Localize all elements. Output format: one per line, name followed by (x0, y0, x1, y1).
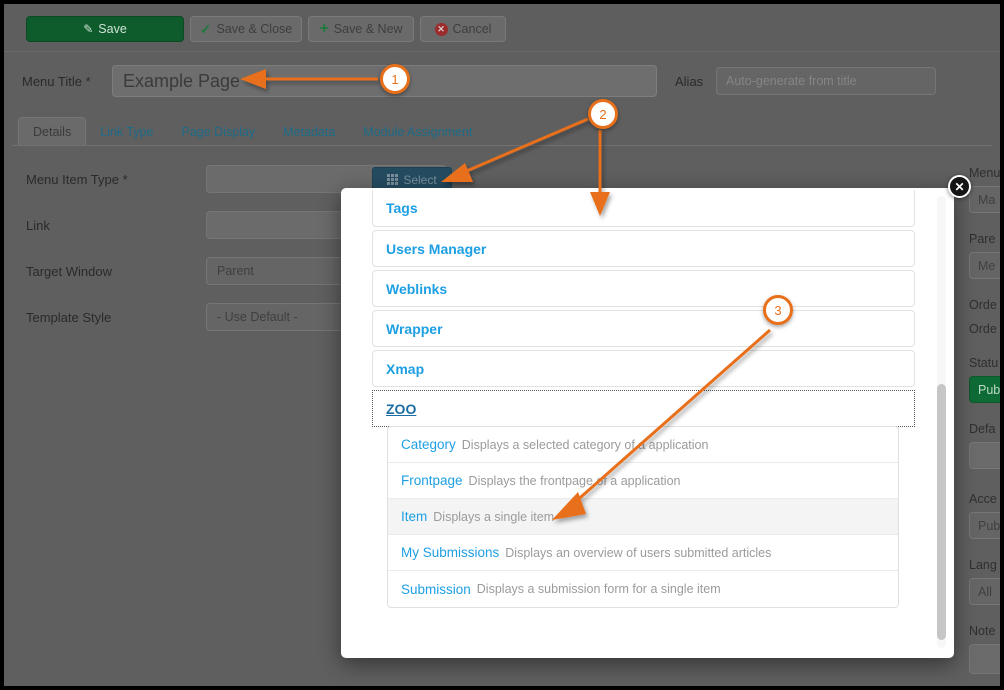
alias-label: Alias (675, 74, 704, 89)
sidebar-note-field[interactable] (969, 644, 1000, 674)
sub-item-desc: Displays an overview of users submitted … (505, 545, 772, 560)
grid-list-icon (387, 174, 399, 185)
sidebar-status-label: Statu (969, 356, 999, 370)
tab-metadata[interactable]: Metadata (269, 118, 349, 146)
list-item-label[interactable]: Xmap (386, 361, 424, 377)
title-row: Menu Title * Example Page Alias Auto-gen… (4, 53, 1000, 109)
toolbar: ✎ Save ✓ Save & Close + Save & New ✕ Can… (4, 4, 1000, 52)
tab-details[interactable]: Details (18, 117, 87, 146)
save-button[interactable]: ✎ Save (26, 16, 184, 42)
sidebar-note-label: Note (969, 624, 996, 638)
sidebar-menu-label: Menu (969, 166, 1000, 180)
sub-item-desc: Displays a selected category of a applic… (461, 437, 709, 452)
sub-item-my-submissions[interactable]: My Submissions Displays an overview of u… (388, 535, 898, 571)
menu-title-label: Menu Title * (22, 74, 91, 89)
sub-item-frontpage[interactable]: Frontpage Displays the frontpage of a ap… (388, 463, 898, 499)
save-and-close-button[interactable]: ✓ Save & Close (190, 16, 302, 42)
list-item-label[interactable]: Users Manager (386, 241, 486, 257)
save-and-close-label: Save & Close (216, 22, 293, 36)
pencil-icon: ✎ (83, 22, 94, 36)
sidebar-default-field[interactable] (969, 442, 1000, 469)
zoo-view-list: Category Displays a selected category of… (387, 426, 899, 608)
tab-link-type[interactable]: Link Type (86, 118, 167, 146)
list-item-weblinks[interactable]: Weblinks (372, 270, 915, 307)
menu-item-type-label: Menu Item Type * (26, 172, 128, 187)
sidebar-menu-select[interactable]: Ma (969, 186, 1000, 213)
list-item-label[interactable]: Weblinks (386, 281, 447, 297)
list-item-label[interactable]: Wrapper (386, 321, 443, 337)
sub-item-name: My Submissions (401, 545, 500, 560)
app-page: ✎ Save ✓ Save & Close + Save & New ✕ Can… (4, 4, 1000, 686)
alias-input[interactable]: Auto-generate from title (716, 67, 936, 95)
sidebar-parent-label: Pare (969, 232, 996, 246)
sub-item-submission[interactable]: Submission Displays a submission form fo… (388, 571, 898, 607)
plus-icon: + (319, 20, 329, 37)
cancel-circle-x-icon: ✕ (434, 22, 448, 36)
tab-module-assignment[interactable]: Module Assignment (349, 118, 486, 146)
link-label: Link (26, 218, 50, 233)
list-item-label[interactable]: Tags (386, 200, 418, 216)
modal-body: Tags Users Manager Weblinks Wrapper Xmap… (341, 188, 954, 658)
modal-scrollbar-thumb[interactable] (937, 384, 946, 640)
target-window-label: Target Window (26, 264, 112, 279)
list-item-tags[interactable]: Tags (372, 190, 915, 227)
list-item-wrapper[interactable]: Wrapper (372, 310, 915, 347)
tab-bar: Details Link Type Page Display Metadata … (18, 114, 486, 146)
list-item-label[interactable]: ZOO (386, 401, 416, 417)
sidebar-parent-select[interactable]: Me (969, 252, 1000, 279)
menu-item-type-modal: Tags Users Manager Weblinks Wrapper Xmap… (341, 188, 954, 658)
list-item-users-manager[interactable]: Users Manager (372, 230, 915, 267)
sub-item-name: Category (401, 437, 456, 452)
save-and-new-label: Save & New (333, 22, 403, 36)
tab-page-display[interactable]: Page Display (168, 118, 270, 146)
component-list: Tags Users Manager Weblinks Wrapper Xmap… (372, 190, 915, 430)
sidebar-default-label: Defa (969, 422, 996, 436)
menu-title-input[interactable]: Example Page (112, 65, 657, 97)
sub-item-item[interactable]: Item Displays a single item (388, 499, 898, 535)
sidebar-ordering-value[interactable]: Orde (969, 322, 997, 336)
save-and-new-button[interactable]: + Save & New (308, 16, 414, 42)
check-icon: ✓ (199, 20, 212, 37)
sidebar-access-label: Acce (969, 492, 997, 506)
sub-item-name: Frontpage (401, 473, 463, 488)
sidebar-language-label: Lang (969, 558, 997, 572)
list-item-zoo[interactable]: ZOO (372, 390, 915, 427)
tab-underline (12, 145, 992, 146)
sub-item-name: Submission (401, 581, 471, 597)
cancel-label: Cancel (452, 22, 492, 36)
sidebar-ordering-label: Orde (969, 298, 997, 312)
list-item-xmap[interactable]: Xmap (372, 350, 915, 387)
sidebar-access-select[interactable]: Pub (969, 512, 1000, 539)
sub-item-desc: Displays the frontpage of a application (468, 473, 681, 488)
sub-item-category[interactable]: Category Displays a selected category of… (388, 427, 898, 463)
sub-item-name: Item (401, 509, 428, 524)
sidebar-status-select[interactable]: Pub (969, 376, 1000, 403)
sub-item-desc: Displays a single item (433, 509, 555, 524)
select-button-label: Select (403, 172, 437, 187)
modal-close-button[interactable]: ✕ (948, 175, 971, 198)
save-button-label: Save (98, 22, 127, 36)
sub-item-desc: Displays a submission form for a single … (476, 582, 721, 596)
template-style-label: Template Style (26, 310, 112, 325)
sidebar-language-select[interactable]: All (969, 578, 1000, 605)
cancel-button[interactable]: ✕ Cancel (420, 16, 506, 42)
